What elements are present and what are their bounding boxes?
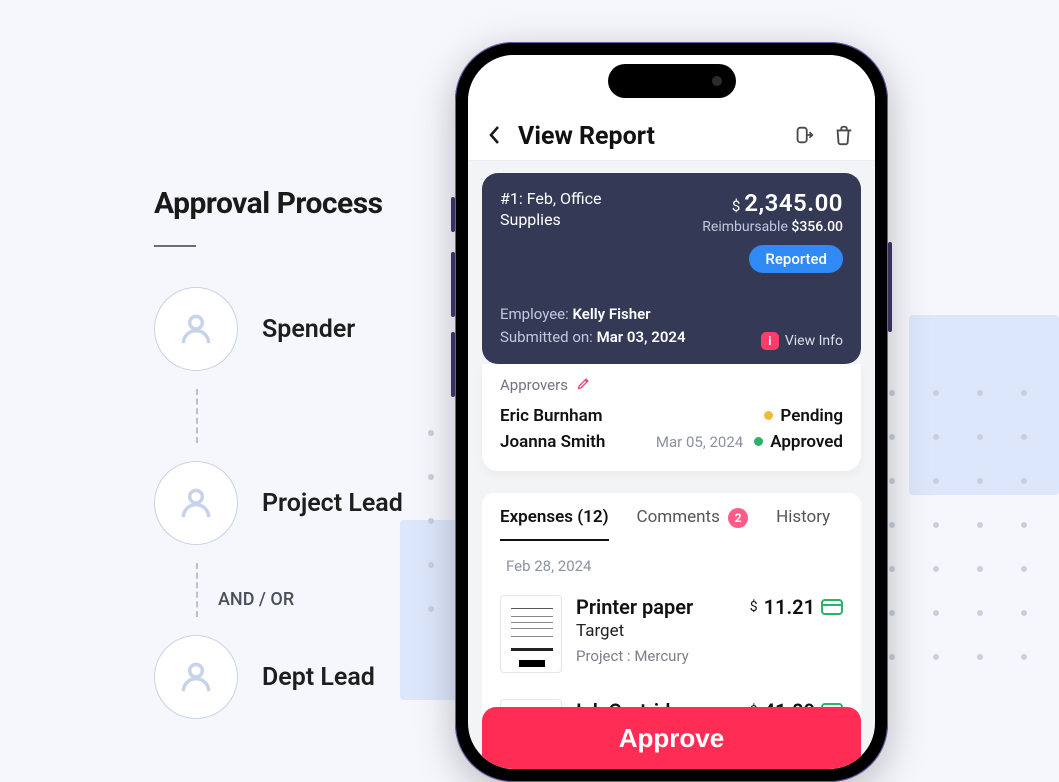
approval-process-panel: Approval Process Spender Project Lead AN… bbox=[154, 186, 454, 737]
person-icon bbox=[154, 287, 238, 371]
approver-row: Joanna Smith Mar 05, 2024 Approved bbox=[500, 429, 843, 455]
tab-label: Comments bbox=[637, 507, 720, 527]
expense-row[interactable]: Printer paper Target Project : Mercury $… bbox=[500, 585, 843, 689]
total-amount: 2,345.00 bbox=[744, 189, 843, 217]
person-icon bbox=[154, 461, 238, 545]
process-step-spender: Spender bbox=[154, 287, 454, 371]
currency-symbol: $ bbox=[750, 595, 758, 615]
reimbursable-amount: $356.00 bbox=[791, 219, 843, 235]
expense-project: Project : Mercury bbox=[576, 647, 736, 665]
connector-label: AND / OR bbox=[218, 589, 294, 610]
view-info-label: View Info bbox=[785, 333, 843, 349]
connector-line bbox=[196, 389, 198, 443]
expense-date-group: Feb 28, 2024 bbox=[506, 557, 843, 575]
approver-row: Eric Burnham Pending bbox=[500, 403, 843, 429]
edit-icon[interactable] bbox=[576, 376, 591, 395]
tab-label: History bbox=[776, 507, 830, 527]
process-title: Approval Process bbox=[154, 186, 454, 221]
receipt-thumbnail-icon bbox=[500, 595, 562, 673]
comments-count-badge: 2 bbox=[728, 508, 748, 528]
tab-label: Expenses (12) bbox=[500, 507, 609, 527]
step-label: Project Lead bbox=[262, 489, 403, 518]
employee-label: Employee: bbox=[500, 305, 569, 323]
tab-bar: Expenses (12) Comments 2 History bbox=[482, 493, 861, 541]
phone-mockup: View Report #1: Feb, Office Supplies $ 2… bbox=[455, 42, 888, 782]
tab-comments[interactable]: Comments 2 bbox=[637, 507, 749, 541]
report-name: #1: Feb, Office Supplies bbox=[500, 189, 660, 273]
tab-history[interactable]: History bbox=[776, 507, 830, 541]
submitted-date: Mar 03, 2024 bbox=[597, 328, 686, 346]
info-icon: i bbox=[761, 332, 779, 350]
process-step-dept-lead: Dept Lead bbox=[154, 635, 454, 719]
expense-vendor: Target bbox=[576, 621, 736, 641]
person-icon bbox=[154, 635, 238, 719]
status-dot-icon bbox=[764, 411, 773, 420]
back-icon[interactable] bbox=[488, 125, 500, 149]
app-header: View Report bbox=[468, 55, 875, 161]
status-badge: Reported bbox=[749, 245, 843, 273]
approver-name: Joanna Smith bbox=[500, 432, 605, 452]
currency-symbol: $ bbox=[732, 197, 740, 215]
connector-line bbox=[196, 563, 198, 617]
status-dot-icon bbox=[754, 437, 763, 446]
step-label: Spender bbox=[262, 315, 355, 344]
action-bar: Approve bbox=[482, 707, 861, 769]
approver-date: Mar 05, 2024 bbox=[656, 433, 743, 451]
employee-name: Kelly Fisher bbox=[572, 305, 650, 323]
approvers-label: Approvers bbox=[500, 376, 568, 394]
expense-amount: 11.21 bbox=[764, 595, 815, 619]
card-icon bbox=[821, 599, 843, 615]
submitted-label: Submitted on: bbox=[500, 328, 593, 346]
view-info-button[interactable]: i View Info bbox=[761, 332, 843, 350]
expense-title: Printer paper bbox=[576, 595, 736, 619]
approvers-card: Approvers Eric Burnham Pending Joanna Sm… bbox=[482, 364, 861, 471]
decorative-dots bbox=[889, 390, 1029, 662]
process-step-project-lead: Project Lead bbox=[154, 461, 454, 545]
step-label: Dept Lead bbox=[262, 663, 375, 692]
report-summary-card: #1: Feb, Office Supplies $ 2,345.00 Reim… bbox=[482, 173, 861, 364]
tab-expenses[interactable]: Expenses (12) bbox=[500, 507, 609, 541]
trash-icon[interactable] bbox=[833, 124, 855, 150]
page-title: View Report bbox=[518, 122, 781, 151]
export-icon[interactable] bbox=[793, 124, 815, 150]
reimbursable-label: Reimbursable bbox=[702, 219, 788, 235]
title-underline bbox=[154, 245, 196, 247]
approver-name: Eric Burnham bbox=[500, 406, 603, 426]
approve-button[interactable]: Approve bbox=[482, 707, 861, 769]
approver-status: Pending bbox=[780, 406, 843, 426]
app-screen: View Report #1: Feb, Office Supplies $ 2… bbox=[468, 55, 875, 769]
approver-status: Approved bbox=[770, 432, 843, 452]
